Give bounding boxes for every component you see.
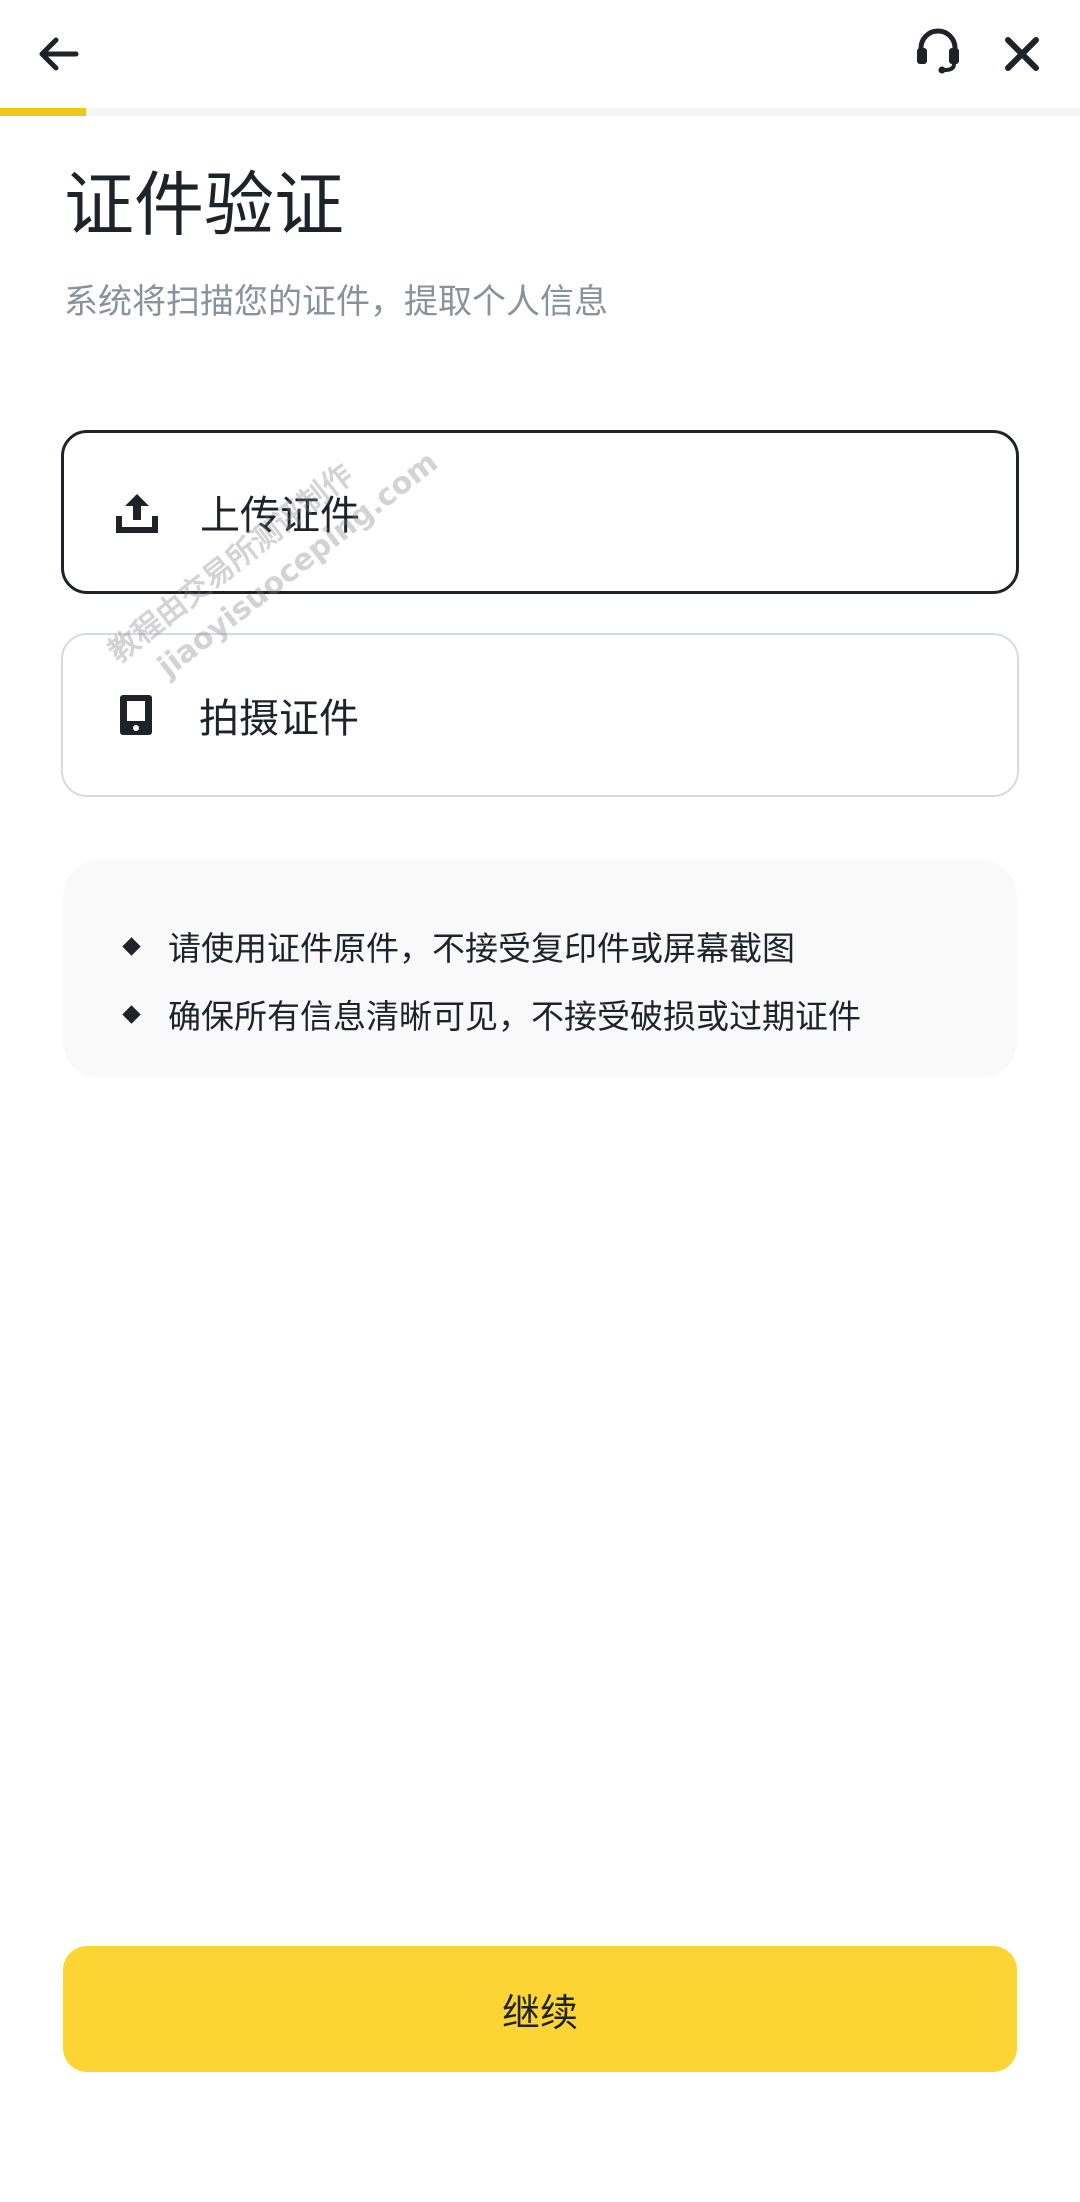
diamond-bullet-icon <box>122 1004 141 1024</box>
top-bar <box>0 0 1080 110</box>
take-photo-label: 拍摄证件 <box>199 696 359 742</box>
headset-icon <box>917 28 959 74</box>
upload-document-option[interactable]: 上传证件 <box>61 430 1019 594</box>
diamond-bullet-icon <box>122 936 141 956</box>
progress-bar-fill <box>0 108 87 116</box>
upload-document-label: 上传证件 <box>200 493 360 539</box>
close-button[interactable] <box>982 14 1062 94</box>
page-title: 证件验证 <box>64 164 344 246</box>
back-button[interactable] <box>18 14 98 94</box>
tip-item: 请使用证件原件，不接受复印件或屏幕截图 <box>122 912 1017 980</box>
continue-button[interactable]: 继续 <box>63 1946 1017 2072</box>
tip-text: 请使用证件原件，不接受复印件或屏幕截图 <box>168 929 795 968</box>
progress-bar <box>0 108 1080 116</box>
customer-support-button[interactable] <box>898 10 978 90</box>
tip-item: 确保所有信息清晰可见，不接受破损或过期证件 <box>122 980 1017 1048</box>
tip-text: 确保所有信息清晰可见，不接受破损或过期证件 <box>168 997 861 1036</box>
continue-button-label: 继续 <box>501 1990 578 2035</box>
upload-icon <box>110 485 164 539</box>
close-icon <box>1005 37 1039 71</box>
camera-phone-icon <box>109 688 163 742</box>
page-subtitle: 系统将扫描您的证件，提取个人信息 <box>64 282 608 322</box>
take-photo-option[interactable]: 拍摄证件 <box>61 633 1019 797</box>
tips-box: 请使用证件原件，不接受复印件或屏幕截图 确保所有信息清晰可见，不接受破损或过期证… <box>63 860 1017 1078</box>
arrow-left-icon <box>39 37 79 71</box>
